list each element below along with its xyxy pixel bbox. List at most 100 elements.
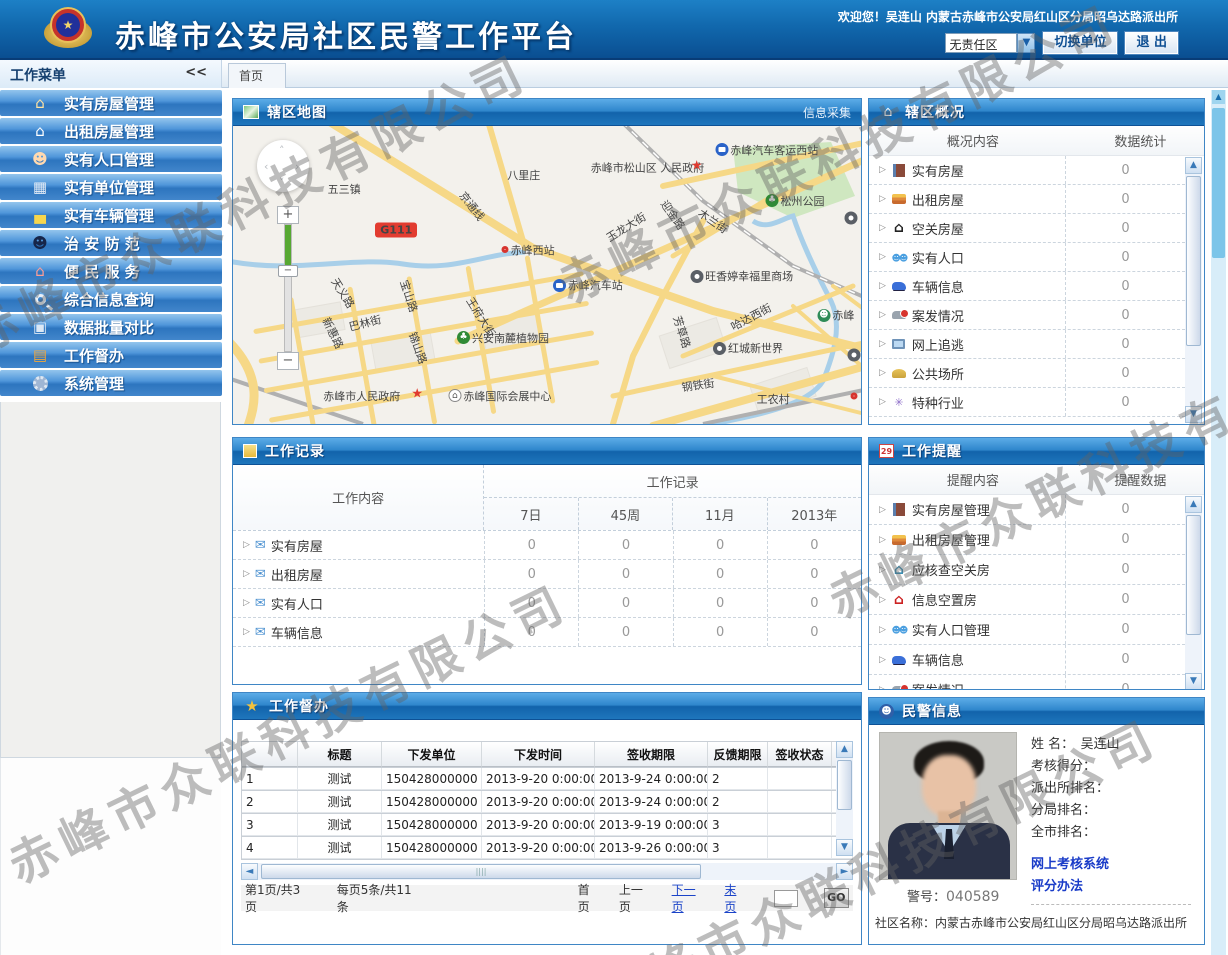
table-row[interactable]: 1 测试 150428000000 2013-9-20 0:00:00 2013… xyxy=(241,768,853,791)
sidebar-menu-item[interactable]: ▤ 工作督办 xyxy=(0,342,222,368)
table-row[interactable]: 4 测试 150428000000 2013-9-20 0:00:00 2013… xyxy=(241,837,853,860)
scroll-left-icon[interactable]: ◄ xyxy=(241,863,258,880)
scroll-up-icon[interactable]: ▲ xyxy=(836,741,853,758)
officer-link[interactable]: 评分办法 xyxy=(1031,876,1109,898)
sidebar-menu-item[interactable]: ▦ 实有单位管理 xyxy=(0,174,222,200)
sidebar-item-label: 实有单位管理 xyxy=(64,177,154,198)
zoom-out-button[interactable]: − xyxy=(277,352,299,370)
record-row[interactable]: ▷✉车辆信息 0 0 0 0 xyxy=(233,618,861,647)
page-scrollbar-thumb[interactable] xyxy=(1212,108,1225,258)
remind-row[interactable]: ▷应核查空关房 0 xyxy=(869,555,1185,585)
sidebar-menu-item[interactable]: ⌂ 实有房屋管理 xyxy=(0,90,222,116)
scroll-up-icon[interactable]: ▲ xyxy=(1185,496,1202,513)
go-button[interactable]: GO xyxy=(824,888,849,908)
table-row[interactable]: 3 测试 150428000000 2013-9-20 0:00:00 2013… xyxy=(241,814,853,837)
overview-row[interactable]: ▷案发情况 0 xyxy=(869,301,1185,330)
expand-arrow-icon[interactable]: ▷ xyxy=(879,535,886,545)
expand-arrow-icon[interactable]: ▷ xyxy=(879,194,886,204)
sidebar-menu-item[interactable]: 综合信息查询 xyxy=(0,286,222,312)
overview-row[interactable]: ▷公共场所 0 xyxy=(869,359,1185,388)
region-select[interactable]: 无责任区 ▼ xyxy=(945,33,1035,53)
goto-page-input[interactable] xyxy=(774,890,798,907)
overview-scrollbar[interactable]: ▲ ▼ xyxy=(1185,157,1202,423)
remind-scrollbar[interactable]: ▲ ▼ xyxy=(1185,496,1202,690)
expand-arrow-icon[interactable]: ▷ xyxy=(879,252,886,262)
overview-row[interactable]: ▷车辆信息 0 xyxy=(869,272,1185,301)
expand-arrow-icon[interactable]: ▷ xyxy=(879,397,886,407)
scroll-up-icon[interactable]: ▲ xyxy=(1212,90,1225,104)
expand-arrow-icon[interactable]: ▷ xyxy=(879,505,886,515)
scroll-down-icon[interactable]: ▼ xyxy=(836,839,853,856)
region-select-value[interactable]: 无责任区 xyxy=(945,33,1017,53)
scrollbar-thumb[interactable]: |||| xyxy=(261,864,701,879)
overview-row[interactable]: ▷实有人口 0 xyxy=(869,243,1185,272)
expand-arrow-icon[interactable]: ▷ xyxy=(243,627,250,637)
expand-arrow-icon[interactable]: ▷ xyxy=(243,540,250,550)
overview-row[interactable]: ▷空关房屋 0 xyxy=(869,214,1185,243)
sidebar-menu-item[interactable]: ▄ 实有车辆管理 xyxy=(0,202,222,228)
remind-row[interactable]: ▷出租房屋管理 0 xyxy=(869,525,1185,555)
scroll-down-icon[interactable]: ▼ xyxy=(1185,673,1202,690)
switch-unit-button[interactable]: 切换单位 xyxy=(1043,32,1117,54)
table-row[interactable]: 2 测试 150428000000 2013-9-20 0:00:00 2013… xyxy=(241,791,853,814)
remind-row-value: 0 xyxy=(1065,585,1185,614)
scroll-up-icon[interactable]: ▲ xyxy=(1185,157,1202,174)
remind-row[interactable]: ▷车辆信息 0 xyxy=(869,645,1185,675)
page-scrollbar[interactable]: ▲ xyxy=(1211,90,1226,955)
zoom-in-button[interactable]: + xyxy=(277,206,299,224)
zoom-slider-thumb[interactable]: − xyxy=(278,265,298,277)
next-page-link[interactable]: 下一页 xyxy=(672,881,707,915)
sidebar-menu-item[interactable]: ☻ 治 安 防 范 xyxy=(0,230,222,256)
expand-arrow-icon[interactable]: ▷ xyxy=(879,165,886,175)
sidebar-collapse-button[interactable]: << xyxy=(185,65,207,80)
record-row[interactable]: ▷✉实有人口 0 0 0 0 xyxy=(233,589,861,618)
map-zoom-control[interactable]: + − − xyxy=(277,206,299,370)
district-map[interactable]: 五三镇 八里庄 G111 京通线 赤峰汽车客运西站 赤峰市松山区 人民政府 松州… xyxy=(233,126,861,424)
scroll-right-icon[interactable]: ► xyxy=(836,863,853,880)
supervise-vscrollbar[interactable]: ▲ ▼ xyxy=(836,741,853,856)
expand-arrow-icon[interactable]: ▷ xyxy=(879,310,886,320)
expand-arrow-icon[interactable]: ▷ xyxy=(879,281,886,291)
scroll-down-icon[interactable]: ▼ xyxy=(1185,406,1202,423)
expand-arrow-icon[interactable]: ▷ xyxy=(879,368,886,378)
sidebar-menu-item[interactable]: ☻ 实有人口管理 xyxy=(0,146,222,172)
expand-arrow-icon[interactable]: ▷ xyxy=(879,339,886,349)
expand-arrow-icon[interactable]: ▷ xyxy=(879,223,886,233)
scrollbar-thumb[interactable] xyxy=(837,760,852,810)
sidebar-menu-item[interactable]: 系统管理 xyxy=(0,370,222,396)
expand-arrow-icon[interactable]: ▷ xyxy=(879,625,886,635)
sidebar-menu-item[interactable]: ▣ 数据批量对比 xyxy=(0,314,222,340)
remind-row[interactable]: ▷实有人口管理 0 xyxy=(869,615,1185,645)
overview-row[interactable]: ▷出租房屋 0 xyxy=(869,185,1185,214)
scrollbar-thumb[interactable] xyxy=(1186,515,1201,635)
sidebar-menu-item[interactable]: ⌂ 便 民 服 务 xyxy=(0,258,222,284)
officer-link[interactable]: 网上考核系统 xyxy=(1031,854,1109,876)
remind-row[interactable]: ▷案发情况 0 xyxy=(869,675,1185,690)
overview-row[interactable]: ▷网上追逃 0 xyxy=(869,330,1185,359)
info-collect-button[interactable]: 信息采集 xyxy=(803,104,851,121)
expand-arrow-icon[interactable]: ▷ xyxy=(879,565,886,575)
tab-home[interactable]: 首页 xyxy=(228,63,286,88)
expand-arrow-icon[interactable]: ▷ xyxy=(243,569,250,579)
expand-arrow-icon[interactable]: ▷ xyxy=(243,598,250,608)
chevron-down-icon[interactable]: ▼ xyxy=(1017,33,1035,53)
expand-arrow-icon[interactable]: ▷ xyxy=(879,685,886,691)
prev-page-link[interactable]: 上一页 xyxy=(619,881,654,915)
overview-row-value: 0 xyxy=(1065,272,1185,300)
record-row[interactable]: ▷✉出租房屋 0 0 0 0 xyxy=(233,560,861,589)
sidebar-menu-item[interactable]: ⌂ 出租房屋管理 xyxy=(0,118,222,144)
first-page-link[interactable]: 首页 xyxy=(578,881,601,915)
logout-button[interactable]: 退 出 xyxy=(1125,32,1178,54)
remind-row[interactable]: ▷信息空置房 0 xyxy=(869,585,1185,615)
expand-arrow-icon[interactable]: ▷ xyxy=(879,655,886,665)
overview-row[interactable]: ▷实有房屋 0 xyxy=(869,156,1185,185)
scrollbar-thumb[interactable] xyxy=(1186,176,1201,346)
community-label: 社区名称： xyxy=(875,916,935,930)
overview-row[interactable]: ▷特种行业 0 xyxy=(869,388,1185,417)
supervise-hscrollbar[interactable]: ◄ |||| ► xyxy=(241,863,853,880)
last-page-link[interactable]: 末页 xyxy=(724,881,747,915)
expand-arrow-icon[interactable]: ▷ xyxy=(879,595,886,605)
remind-row[interactable]: ▷实有房屋管理 0 xyxy=(869,495,1185,525)
record-row[interactable]: ▷✉实有房屋 0 0 0 0 xyxy=(233,531,861,560)
map-pan-control[interactable]: ˄˅‹› xyxy=(257,140,309,192)
